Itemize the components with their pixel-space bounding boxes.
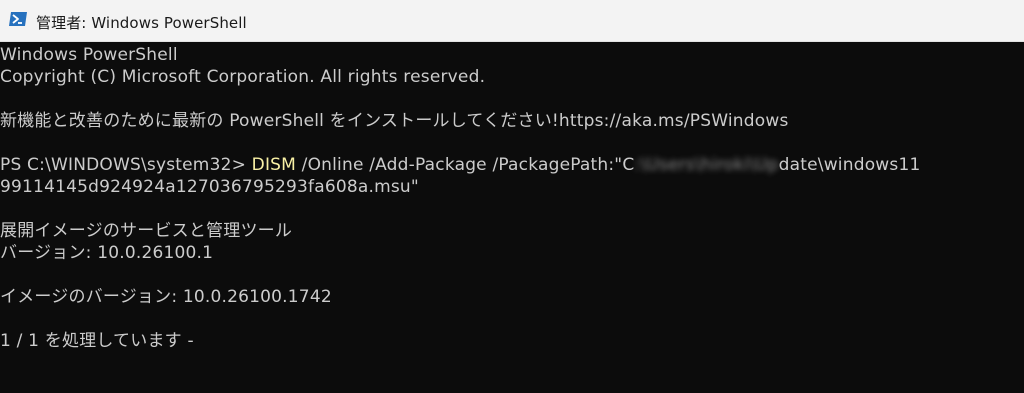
command-args-tail: date\windows11 bbox=[778, 155, 921, 175]
blurred-path: :\Users\hiroki\Up bbox=[634, 155, 779, 175]
window-title: 管理者: Windows PowerShell bbox=[36, 14, 247, 32]
progress-text: 1 / 1 を処理しています - bbox=[0, 331, 194, 351]
progress-line: 1 / 1 を処理しています - bbox=[0, 330, 194, 352]
command-line-1: PS C:\WINDOWS\system32> DISM /Online /Ad… bbox=[0, 154, 921, 176]
prompt: PS C:\WINDOWS\system32> bbox=[0, 155, 252, 175]
tool-version: バージョン: 10.0.26100.1 bbox=[0, 243, 214, 263]
powershell-window: 管理者: Windows PowerShell Windows PowerShe… bbox=[0, 0, 1024, 393]
banner-line-2: Copyright (C) Microsoft Corporation. All… bbox=[0, 67, 486, 87]
title-bar[interactable]: 管理者: Windows PowerShell bbox=[0, 0, 1024, 42]
powershell-icon bbox=[9, 12, 27, 26]
update-notice: 新機能と改善のために最新の PowerShell をインストールしてください!h… bbox=[0, 111, 789, 131]
command-name: DISM bbox=[251, 155, 297, 175]
console-area[interactable]: Windows PowerShell Copyright (C) Microso… bbox=[0, 42, 1024, 393]
command-line-2: 99114145d924924a127036795293fa608a.msu" bbox=[0, 177, 419, 197]
command-args: /Online /Add-Package /PackagePath:"C bbox=[296, 155, 635, 175]
tool-name: 展開イメージのサービスと管理ツール bbox=[0, 221, 293, 241]
image-version: イメージのバージョン: 10.0.26100.1742 bbox=[0, 287, 332, 307]
banner-line-1: Windows PowerShell bbox=[0, 45, 178, 65]
